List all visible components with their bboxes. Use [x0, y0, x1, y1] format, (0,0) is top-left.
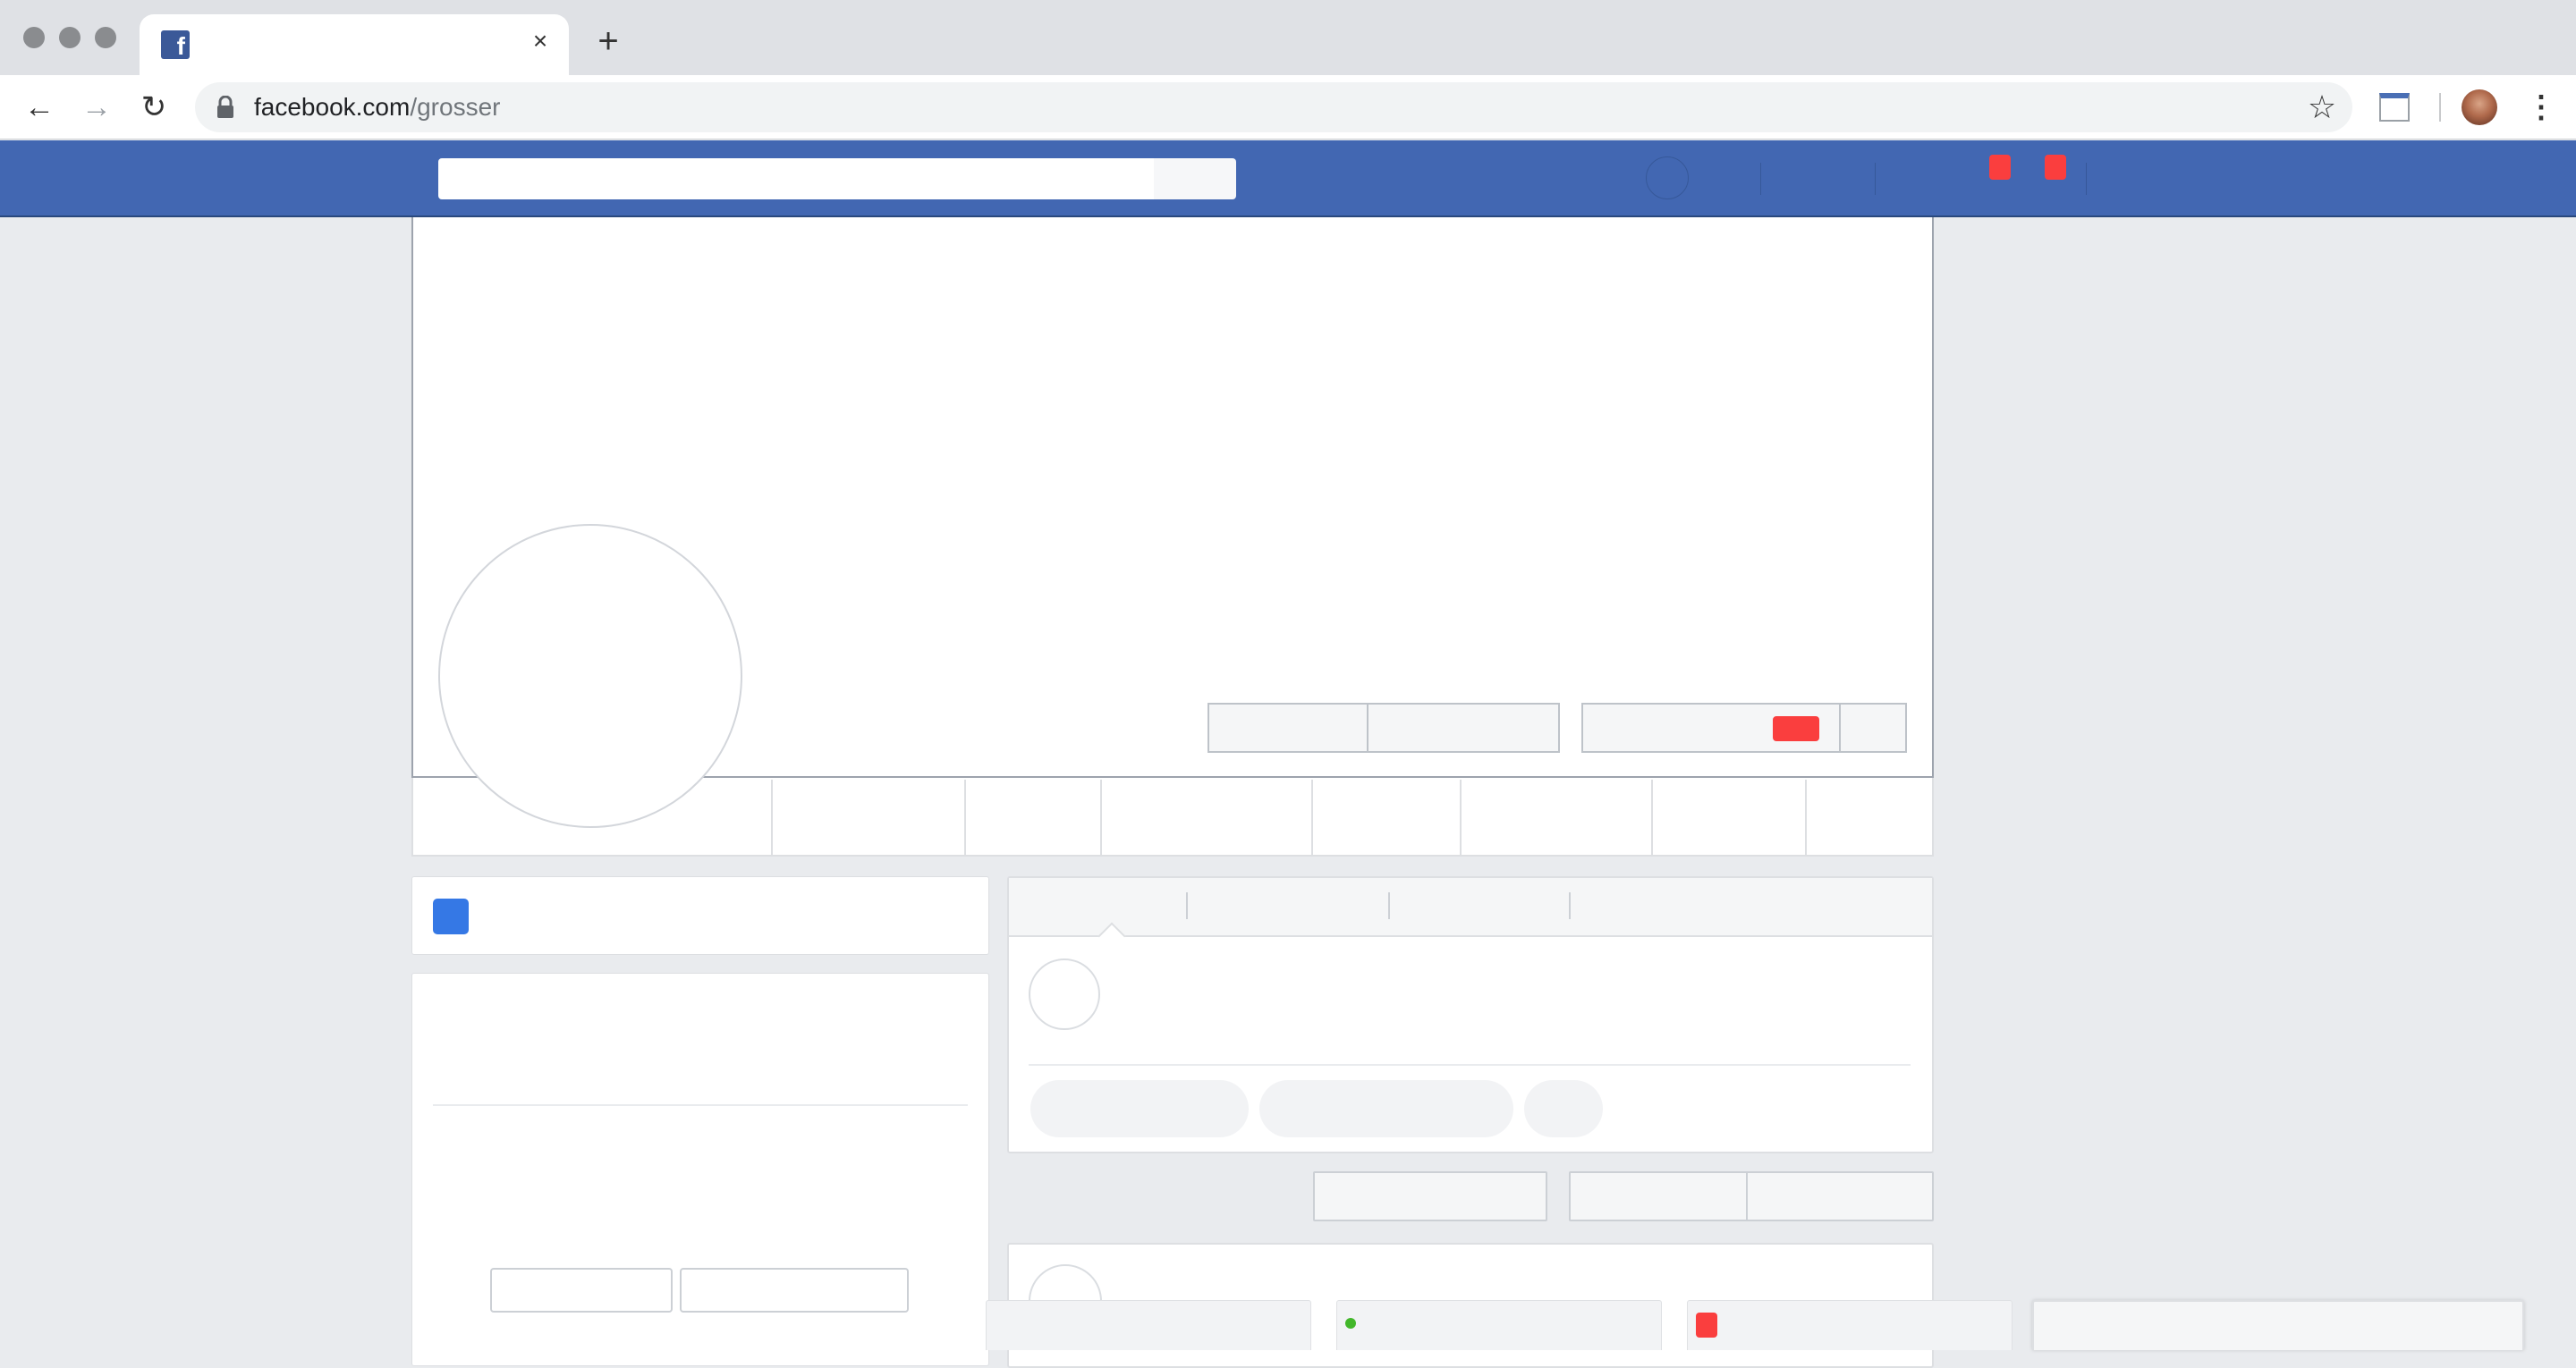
- unread-badge: [1696, 1313, 1717, 1338]
- bookmark-star-icon[interactable]: ☆: [2302, 88, 2342, 127]
- tab-divider: [1805, 780, 1807, 855]
- topbar-divider: [2086, 163, 2087, 195]
- forward-button[interactable]: →: [79, 89, 114, 125]
- profile-picture[interactable]: [438, 524, 742, 828]
- filter-button[interactable]: [1313, 1171, 1547, 1221]
- url-host: facebook.com: [254, 93, 411, 121]
- topbar-divider: [1875, 163, 1876, 195]
- address-bar[interactable]: [195, 82, 2352, 132]
- extension-icon[interactable]: [2379, 93, 2410, 122]
- cover-action-button-group[interactable]: [1208, 703, 1560, 753]
- search-input[interactable]: [438, 158, 1154, 199]
- url-path: /grosser: [410, 93, 501, 121]
- notifications-badge[interactable]: [2045, 155, 2066, 180]
- facebook-favicon-icon: f: [161, 30, 190, 59]
- button-divider: [1746, 1173, 1748, 1220]
- composer-more-pill[interactable]: [1524, 1080, 1603, 1137]
- chat-tab-online[interactable]: [1336, 1300, 1662, 1350]
- composer-option-pill[interactable]: [1030, 1080, 1249, 1137]
- tab-divider: [1651, 780, 1653, 855]
- composer-tab-divider: [1388, 892, 1390, 919]
- composer-tab-divider: [1186, 892, 1188, 919]
- intro-card: [411, 876, 989, 955]
- topbar-profile-avatar[interactable]: [1646, 156, 1689, 199]
- online-status-dot: [1345, 1318, 1356, 1329]
- tab-divider: [771, 780, 773, 855]
- tab-close-icon[interactable]: ×: [526, 27, 555, 55]
- view-toggle-group[interactable]: [1569, 1171, 1934, 1221]
- composer-tabs: [1009, 878, 1932, 937]
- about-divider: [433, 1104, 968, 1106]
- message-button-group[interactable]: [1581, 703, 1907, 753]
- window-minimize-light[interactable]: [59, 27, 80, 48]
- composer-divider: [1029, 1064, 1911, 1066]
- composer-option-pill[interactable]: [1259, 1080, 1513, 1137]
- window-close-light[interactable]: [23, 27, 45, 48]
- lock-icon: [217, 96, 233, 118]
- chat-tab-unread[interactable]: [1687, 1300, 2012, 1350]
- composer-tab-divider: [1569, 892, 1571, 919]
- friend-requests-badge[interactable]: [1989, 155, 2011, 180]
- tab-divider: [964, 780, 966, 855]
- topbar-divider: [1760, 163, 1761, 195]
- chat-sidebar-tab[interactable]: [2032, 1300, 2524, 1350]
- search-button[interactable]: [1154, 158, 1236, 199]
- toolbar-divider: [2439, 93, 2441, 122]
- back-button[interactable]: ←: [21, 89, 57, 125]
- reload-button[interactable]: ↻: [136, 89, 172, 125]
- new-tab-button[interactable]: +: [592, 23, 624, 59]
- browser-menu-icon[interactable]: ⋮: [2526, 88, 2556, 127]
- profile-avatar[interactable]: [2462, 89, 2497, 125]
- button-divider: [1367, 705, 1368, 751]
- window-zoom-light[interactable]: [95, 27, 116, 48]
- intro-icon: [433, 899, 469, 934]
- button-divider: [1839, 705, 1841, 751]
- chat-tab[interactable]: [986, 1300, 1311, 1350]
- about-action-button[interactable]: [490, 1268, 673, 1313]
- tab-divider: [1100, 780, 1102, 855]
- tab-divider: [1311, 780, 1313, 855]
- composer-avatar: [1029, 958, 1100, 1030]
- message-badge: [1773, 716, 1819, 741]
- browser-tab[interactable]: [140, 14, 569, 75]
- tab-divider: [1460, 780, 1462, 855]
- facebook-top-bar: [0, 140, 2576, 217]
- about-action-button[interactable]: [680, 1268, 909, 1313]
- url-text[interactable]: facebook.com/grosser: [254, 89, 500, 125]
